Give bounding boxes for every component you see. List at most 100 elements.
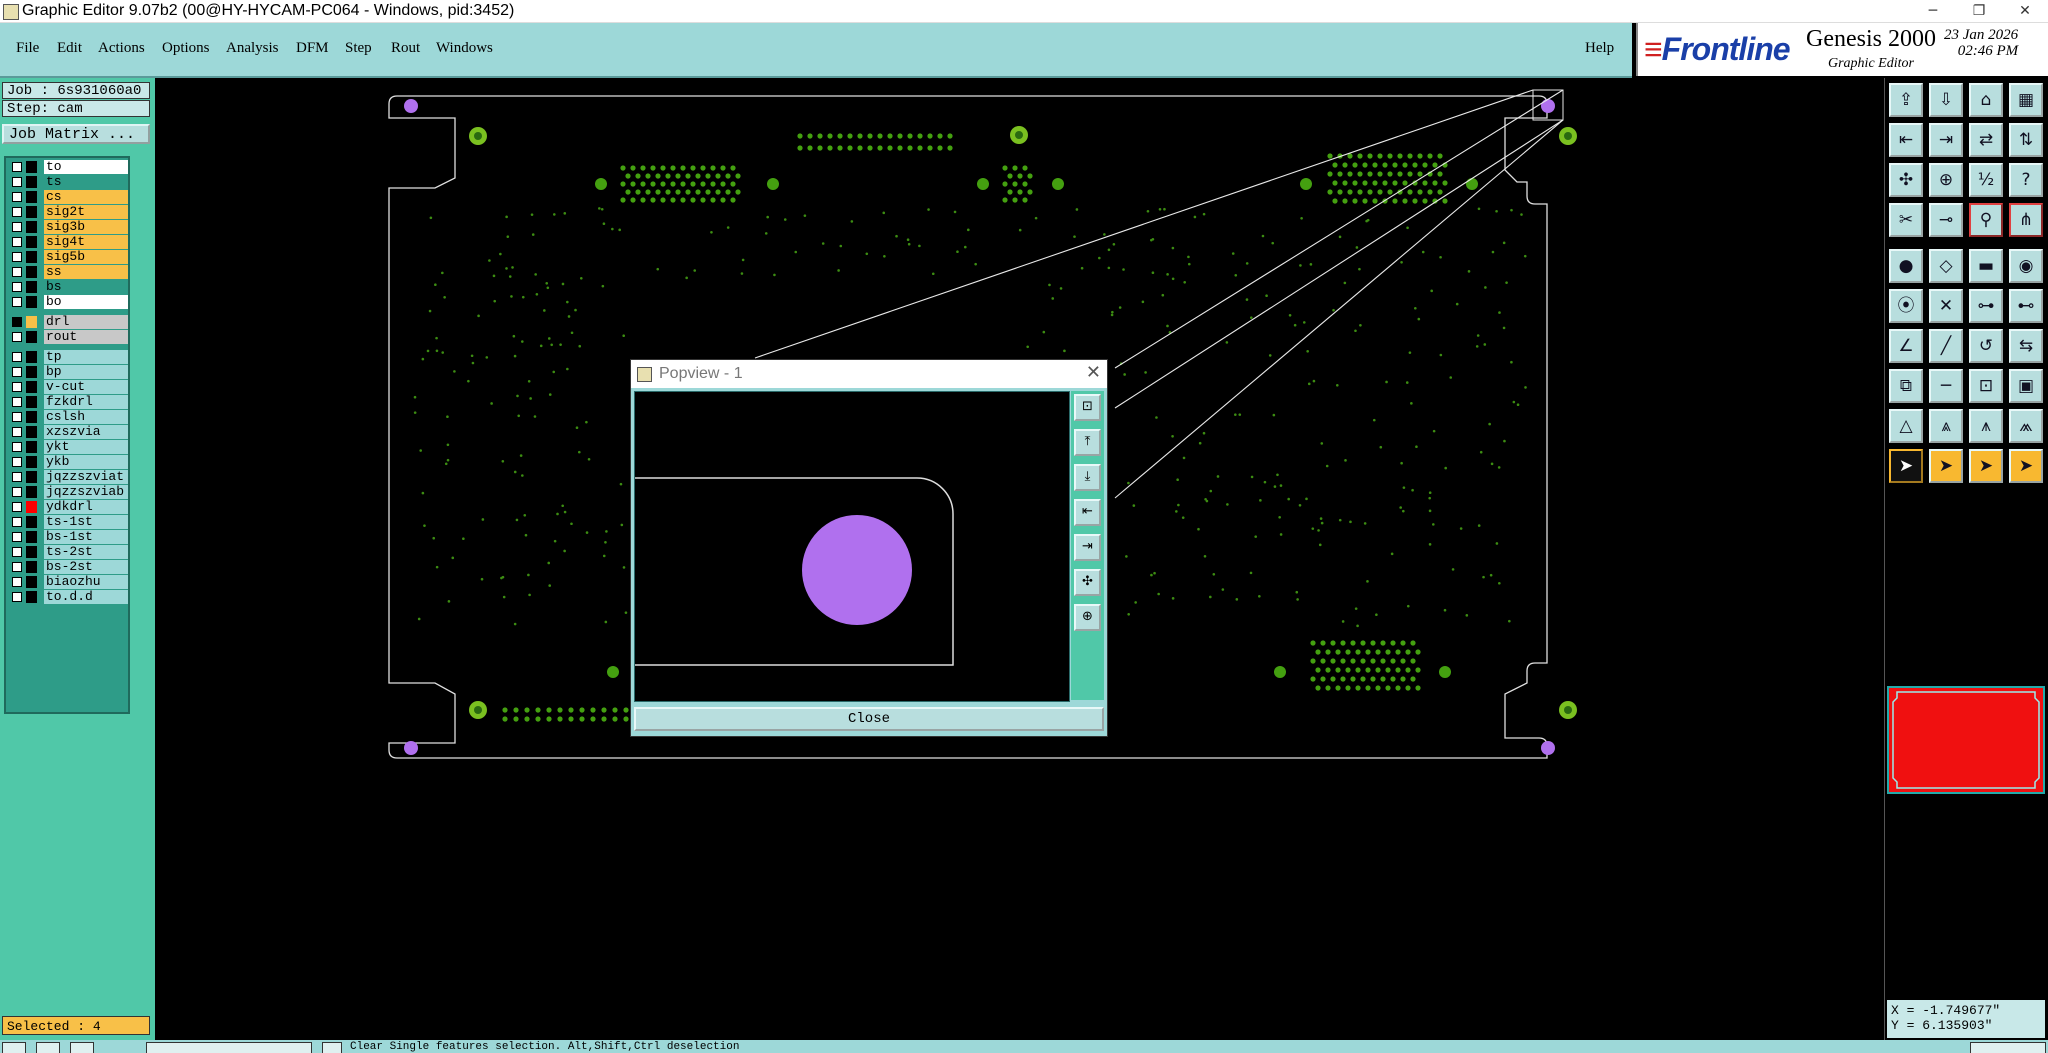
layer-row-ss[interactable]: ss <box>8 265 128 279</box>
layer-name[interactable]: cslsh <box>44 410 128 424</box>
layer-row-ts[interactable]: ts <box>8 175 128 189</box>
layer-row-drl[interactable]: drl <box>8 315 128 329</box>
layer-checkbox[interactable] <box>12 252 22 262</box>
pointer-multi-icon[interactable]: ➤ <box>2009 449 2043 483</box>
layer-checkbox[interactable] <box>12 382 22 392</box>
layer-checkbox[interactable] <box>12 267 22 277</box>
layer-name[interactable]: sig3b <box>44 220 128 234</box>
layer-row-to[interactable]: to <box>8 160 128 174</box>
layer-name[interactable]: bo <box>44 295 128 309</box>
copy-icon[interactable]: ⧉ <box>1889 369 1923 403</box>
snap-icon[interactable]: ⚲ <box>1969 203 2003 237</box>
trim-icon[interactable]: ─ <box>1929 369 1963 403</box>
menu-options[interactable]: Options <box>162 40 210 57</box>
ratio-icon[interactable]: ½ <box>1969 163 2003 197</box>
move-right-icon[interactable]: ⇥ <box>1929 123 1963 157</box>
arrow-multi-icon[interactable]: ⩕ <box>2009 409 2043 443</box>
menu-dfm[interactable]: DFM <box>296 40 329 57</box>
layer-name[interactable]: sig2t <box>44 205 128 219</box>
menu-windows[interactable]: Windows <box>436 40 493 57</box>
layer-row-to.d.d[interactable]: to.d.d <box>8 590 128 604</box>
layer-row-bs-1st[interactable]: bs-1st <box>8 530 128 544</box>
layer-checkbox[interactable] <box>12 517 22 527</box>
layer-row-jqzzszviab[interactable]: jqzzszviab <box>8 485 128 499</box>
layer-checkbox[interactable] <box>12 442 22 452</box>
arrow-up-icon[interactable]: ⩓ <box>1929 409 1963 443</box>
layer-checkbox[interactable] <box>12 352 22 362</box>
menu-actions[interactable]: Actions <box>98 40 145 57</box>
layer-checkbox[interactable] <box>12 332 22 342</box>
measure-icon[interactable]: ✂ <box>1889 203 1923 237</box>
pan-right-icon[interactable]: ⇥ <box>1074 534 1101 561</box>
layer-name[interactable]: xzszvia <box>44 425 128 439</box>
minimize-icon[interactable]: ─ <box>1910 0 1956 22</box>
add-pad-icon[interactable]: ● <box>1889 249 1923 283</box>
layer-checkbox[interactable] <box>12 562 22 572</box>
layer-name[interactable]: ydkdrl <box>44 500 128 514</box>
pointer-move-icon[interactable]: ➤ <box>1929 449 1963 483</box>
menu-file[interactable]: File <box>16 40 39 57</box>
zoom-in-icon[interactable]: ⤒ <box>1074 429 1101 456</box>
layer-checkbox[interactable] <box>12 457 22 467</box>
mirror-icon[interactable]: ⇆ <box>2009 329 2043 363</box>
connect-icon[interactable]: ⦿ <box>1889 289 1923 323</box>
layer-checkbox[interactable] <box>12 317 22 327</box>
layer-name[interactable]: drl <box>44 315 128 329</box>
zoom-fit-icon[interactable]: ✣ <box>1074 569 1101 596</box>
layer-row-ykb[interactable]: ykb <box>8 455 128 469</box>
layer-name[interactable]: bs-2st <box>44 560 128 574</box>
layer-checkbox[interactable] <box>12 367 22 377</box>
add-line-icon[interactable]: ▬ <box>1969 249 2003 283</box>
layer-name[interactable]: bs-1st <box>44 530 128 544</box>
status-button-2[interactable] <box>36 1042 60 1053</box>
node-icon[interactable]: ⊶ <box>1969 289 2003 323</box>
select-pointer-icon[interactable]: ➤ <box>1889 449 1923 483</box>
layer-checkbox[interactable] <box>12 282 22 292</box>
status-button-1[interactable] <box>2 1042 26 1053</box>
layer-checkbox[interactable] <box>12 577 22 587</box>
layer-row-jqzzszviat[interactable]: jqzzszviat <box>8 470 128 484</box>
open-icon[interactable]: ⇪ <box>1889 83 1923 117</box>
cross-icon[interactable]: ✕ <box>1929 289 1963 323</box>
layer-name[interactable]: ykt <box>44 440 128 454</box>
arrow-limit-icon[interactable]: ⩚ <box>1969 409 2003 443</box>
warn-icon[interactable]: △ <box>1889 409 1923 443</box>
layer-name[interactable]: jqzzszviat <box>44 470 128 484</box>
layer-checkbox[interactable] <box>12 532 22 542</box>
layer-row-sig5b[interactable]: sig5b <box>8 250 128 264</box>
restore-icon[interactable]: ❐ <box>1956 0 2002 22</box>
zoom-home-icon[interactable]: ⊡ <box>1074 394 1101 421</box>
layer-row-sig4t[interactable]: sig4t <box>8 235 128 249</box>
menu-analysis[interactable]: Analysis <box>226 40 279 57</box>
zoom-out-icon[interactable]: ⤓ <box>1074 464 1101 491</box>
layer-checkbox[interactable] <box>12 222 22 232</box>
popview-close-button[interactable]: Close <box>634 707 1104 731</box>
probe-icon[interactable]: ⊸ <box>1929 203 1963 237</box>
layer-row-bs-2st[interactable]: bs-2st <box>8 560 128 574</box>
layer-row-ydkdrl[interactable]: ydkdrl <box>8 500 128 514</box>
layer-name[interactable]: v-cut <box>44 380 128 394</box>
layer-row-v-cut[interactable]: v-cut <box>8 380 128 394</box>
layer-row-sig2t[interactable]: sig2t <box>8 205 128 219</box>
layer-checkbox[interactable] <box>12 237 22 247</box>
step-preview[interactable] <box>1887 686 2045 794</box>
layer-checkbox[interactable] <box>12 397 22 407</box>
layer-name[interactable]: fzkdrl <box>44 395 128 409</box>
layer-checkbox[interactable] <box>12 592 22 602</box>
zoom-area-icon[interactable]: ⊕ <box>1074 604 1101 631</box>
move-left-icon[interactable]: ⇤ <box>1889 123 1923 157</box>
layer-checkbox[interactable] <box>12 207 22 217</box>
layer-name[interactable]: sig5b <box>44 250 128 264</box>
node-add-icon[interactable]: ⊷ <box>2009 289 2043 323</box>
layer-checkbox[interactable] <box>12 502 22 512</box>
add-round-icon[interactable]: ◉ <box>2009 249 2043 283</box>
layer-name[interactable]: to.d.d <box>44 590 128 604</box>
layer-name[interactable]: ykb <box>44 455 128 469</box>
layer-name[interactable]: tp <box>44 350 128 364</box>
layer-row-bp[interactable]: bp <box>8 365 128 379</box>
layer-row-tp[interactable]: tp <box>8 350 128 364</box>
angle-icon[interactable]: ∠ <box>1889 329 1923 363</box>
menu-rout[interactable]: Rout <box>391 40 420 57</box>
window-icon[interactable]: ▦ <box>2009 83 2043 117</box>
help-icon[interactable]: ? <box>2009 163 2043 197</box>
